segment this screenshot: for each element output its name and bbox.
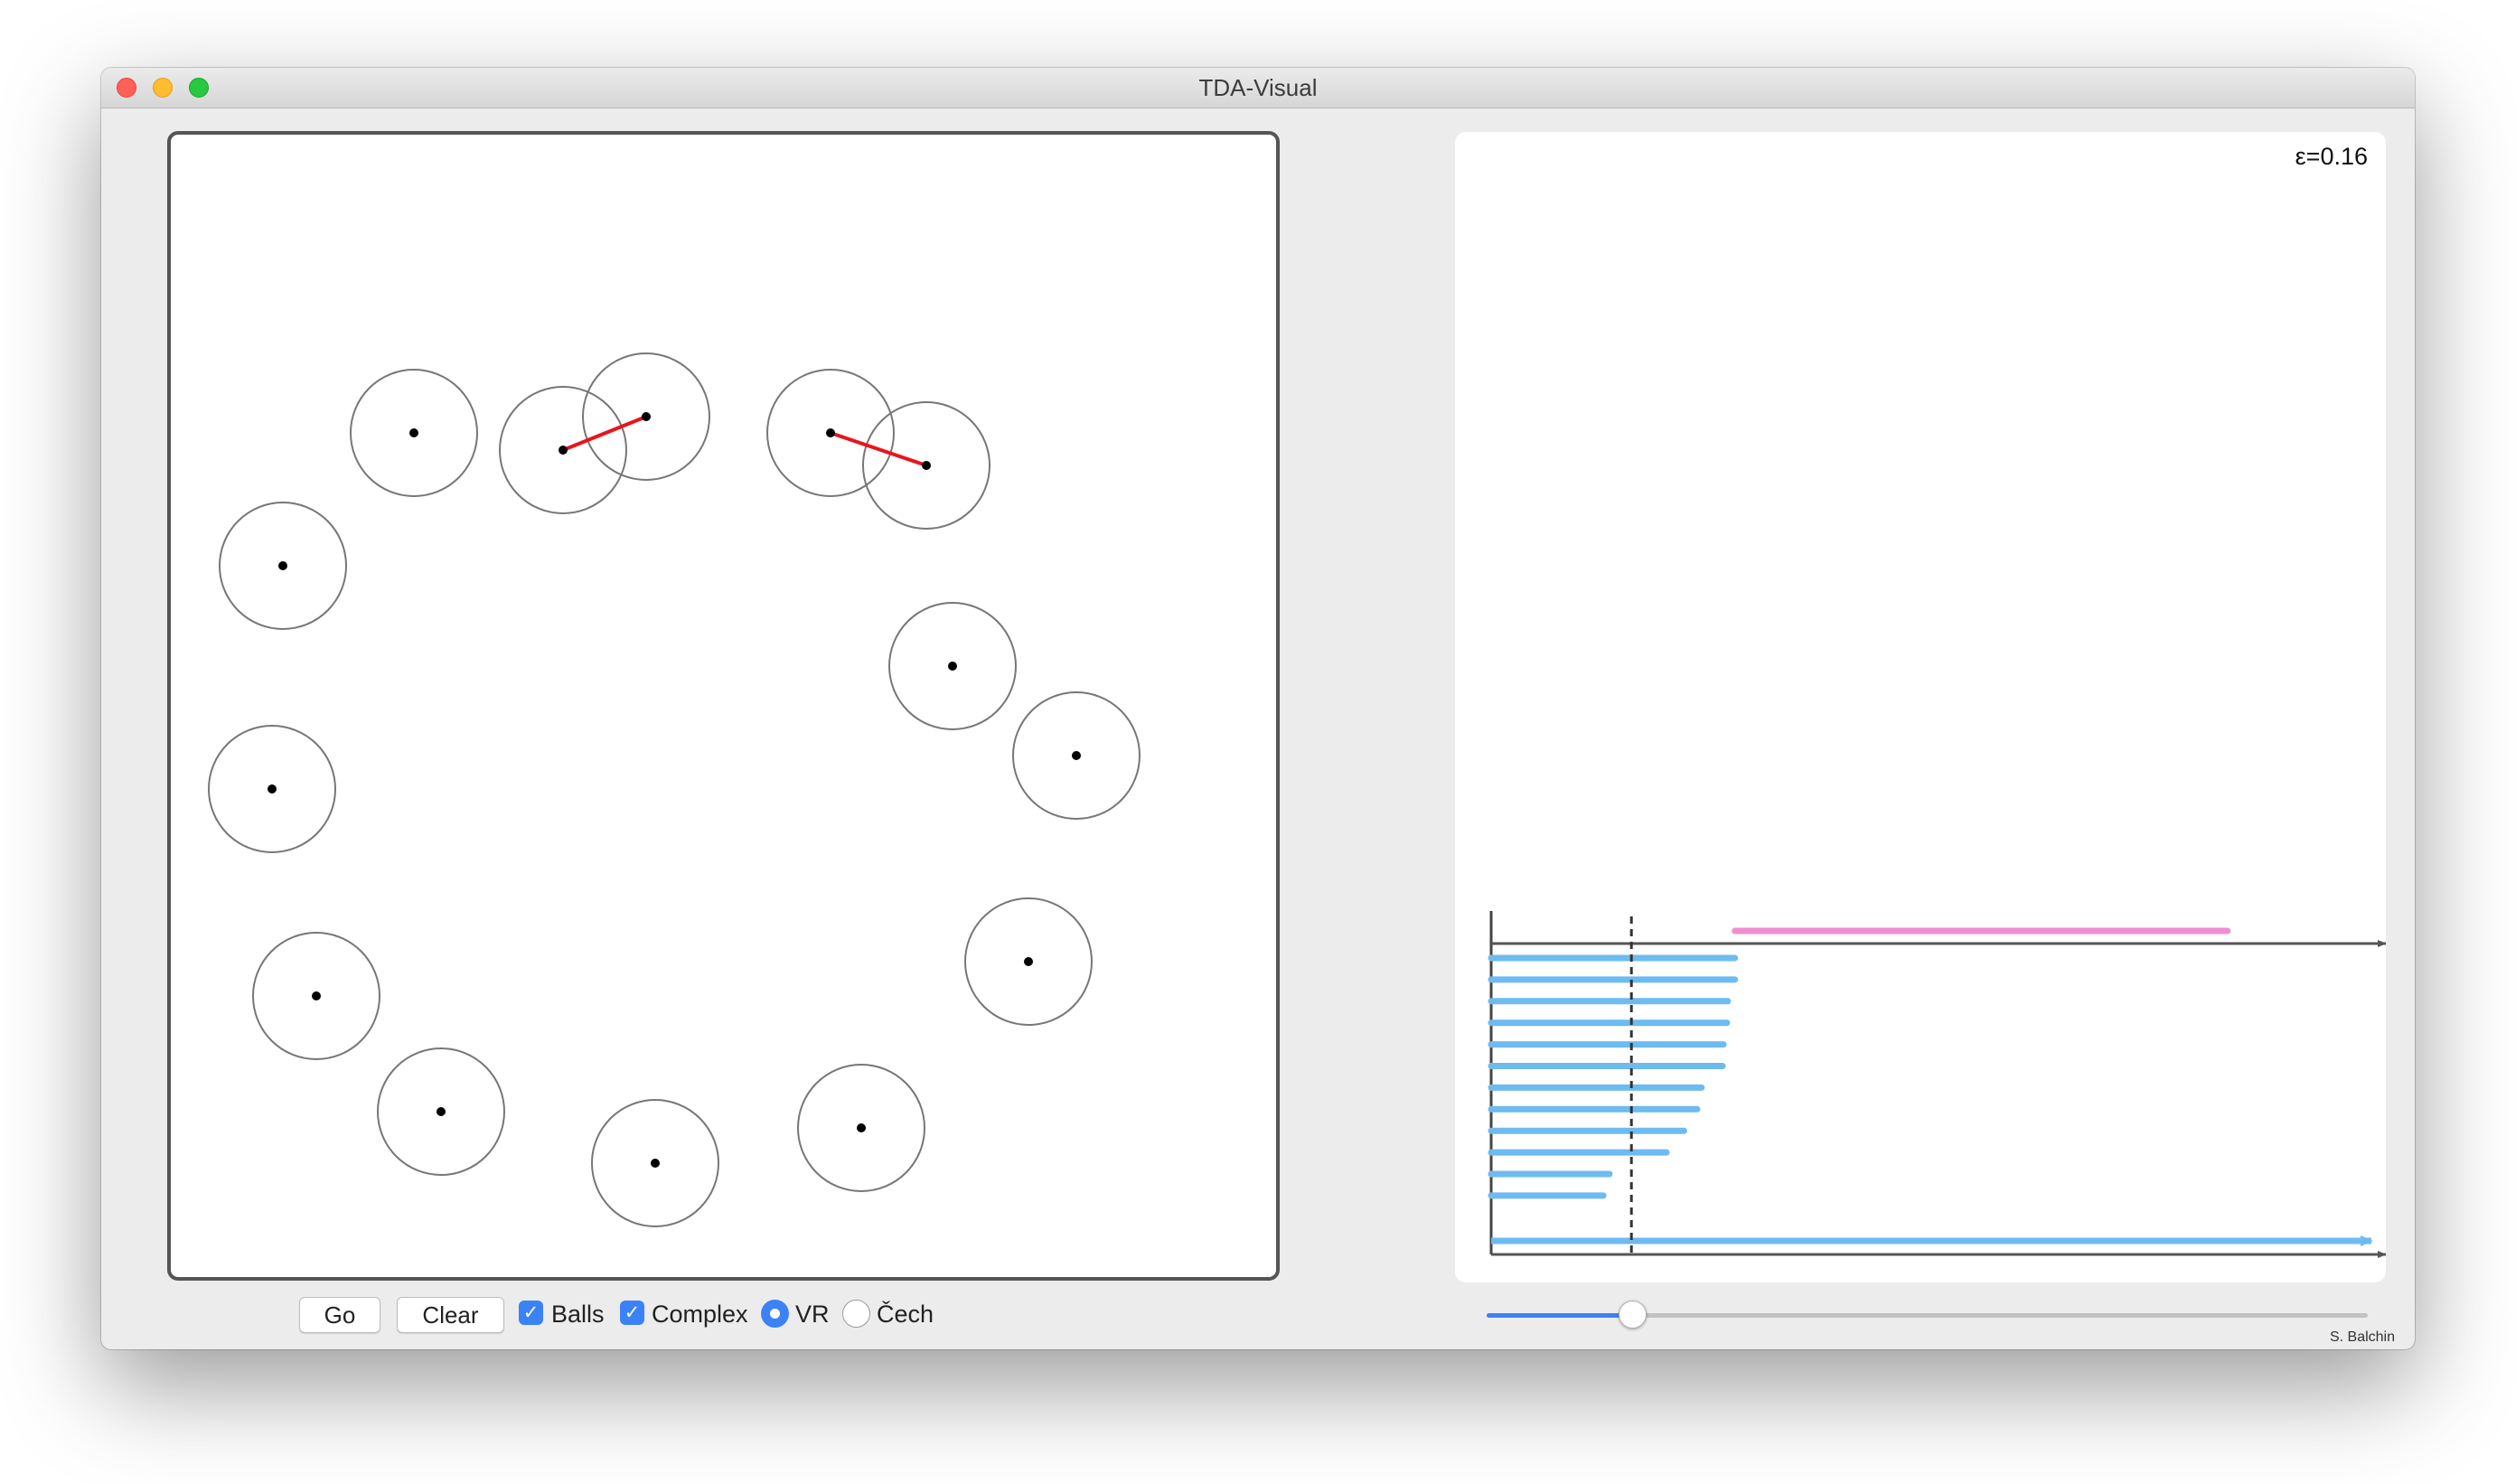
clear-button[interactable]: Clear: [397, 1297, 504, 1333]
complex-edge: [830, 431, 927, 467]
checkmark-icon: ✓: [522, 1302, 540, 1323]
data-point: [642, 412, 651, 421]
data-point: [826, 428, 835, 437]
slider-thumb[interactable]: [1618, 1301, 1647, 1329]
controls-bar: Go Clear ✓ Balls ✓ Complex VR Čech: [101, 1297, 1366, 1342]
data-point: [922, 461, 931, 470]
persistence-barcode: [1488, 911, 2386, 1258]
cech-radio[interactable]: [842, 1300, 870, 1328]
slider-fill: [1487, 1313, 1632, 1318]
vr-radio[interactable]: [761, 1300, 789, 1328]
go-button[interactable]: Go: [299, 1297, 380, 1333]
data-point: [857, 1123, 866, 1132]
complex-label: Complex: [652, 1301, 748, 1328]
balls-checkbox[interactable]: ✓: [519, 1301, 543, 1325]
balls-label: Balls: [551, 1301, 605, 1328]
window-title: TDA-Visual: [1198, 74, 1318, 101]
radio-dot-icon: [770, 1309, 780, 1319]
data-point: [1024, 957, 1033, 966]
app-window: TDA-Visual ε=0.16 Go Clear ✓ Balls ✓ Com…: [101, 68, 2415, 1349]
data-point: [559, 446, 568, 455]
checkmark-icon: ✓: [624, 1302, 641, 1323]
author-credit: S. Balchin: [2329, 1329, 2395, 1345]
complex-edge: [562, 415, 647, 452]
data-point: [651, 1159, 660, 1168]
point-cloud-drawing[interactable]: [171, 135, 1276, 1277]
cech-label: Čech: [877, 1301, 934, 1328]
data-point: [948, 662, 957, 671]
point-cloud-canvas[interactable]: [167, 131, 1280, 1281]
data-point: [278, 561, 287, 570]
data-point: [409, 428, 418, 437]
epsilon-slider[interactable]: [1487, 1297, 2368, 1333]
data-point: [312, 991, 321, 1000]
complex-checkbox[interactable]: ✓: [620, 1301, 644, 1325]
data-point: [1072, 751, 1081, 760]
vr-label: VR: [795, 1301, 830, 1328]
data-point: [437, 1107, 446, 1116]
persistence-panel: ε=0.16: [1455, 132, 2386, 1282]
title-bar: TDA-Visual: [101, 68, 2415, 108]
data-point: [268, 784, 277, 794]
